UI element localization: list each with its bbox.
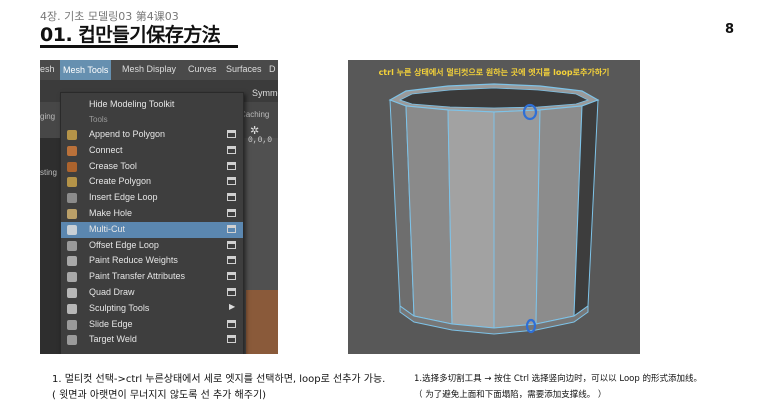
menu-item-label: Append to Polygon [89,129,166,139]
menu-item-connect[interactable]: Connect [61,143,243,159]
menu-item-hide-modeling-toolkit[interactable]: Hide Modeling Toolkit [61,97,243,113]
append-polygon-icon [67,130,77,140]
menubar-item-mesh-display[interactable]: Mesh Display [122,64,176,74]
maya-menubar: esh Mesh Tools Mesh Display Curves Surfa… [40,60,278,80]
menu-item-label: Slide Edge [89,318,133,329]
cylinder-viewport-screenshot: ctrl 누른 상태에서 멀티컷으로 원하는 곳에 엣지를 loop로추가하기 [348,60,640,354]
caching-label: Caching [240,110,270,119]
menu-item-make-hole[interactable]: Make Hole [61,206,243,222]
page-title: 01. 컵만들기保存方法 [40,24,221,46]
option-box-icon[interactable] [227,177,236,186]
menu-item-label: Create Polygon [89,176,152,187]
menu-item-label: Insert Edge Loop [89,192,158,203]
viewport-object [246,290,278,354]
menu-item-label: Multi-Cut [89,223,126,234]
menu-item-offset-edge-loop[interactable]: Offset Edge Loop [61,238,243,254]
menu-section-tools: Tools [89,115,108,124]
quad-draw-icon [67,288,77,298]
menubar-item-mesh[interactable]: esh [40,64,55,74]
maya-menu-screenshot: esh Mesh Tools Mesh Display Curves Surfa… [40,60,278,354]
option-box-icon[interactable] [227,335,236,344]
menu-item-label: Offset Edge Loop [89,239,159,250]
slide-edge-icon [67,319,77,330]
menu-item-target-weld[interactable]: Target Weld [61,332,243,348]
option-box-icon[interactable] [227,319,236,328]
menubar-item-surfaces[interactable]: Surfaces [226,64,262,74]
paint-reduce-icon [67,256,77,267]
option-box-icon[interactable] [227,161,236,170]
option-box-icon[interactable] [227,272,236,281]
menu-item-label: Crease Tool [89,160,137,171]
option-box-icon[interactable] [227,224,236,233]
note-chinese-line1: 1.选择多切割工具 → 按住 Ctrl 选择竖向边时，可以以 Loop 的形式添… [414,374,702,384]
option-box-icon[interactable] [227,193,236,202]
menu-item-create-polygon[interactable]: Create Polygon [61,174,243,190]
menu-item-label: Quad Draw [89,287,135,297]
page-number: 8 [725,22,735,37]
menu-item-label: Hide Modeling Toolkit [89,99,175,109]
menu-item-label: Sculpting Tools [89,302,150,313]
menubar-item-curves[interactable]: Curves [188,64,217,74]
note-korean-line2: ( 윗면과 아랫면이 무너지지 않도록 선 추가 해주기) [52,390,267,401]
paint-transfer-icon [67,272,77,283]
option-box-icon[interactable] [227,240,236,249]
option-box-icon[interactable] [227,256,236,265]
menubar-item-d[interactable]: D [269,64,276,74]
cylinder-face [405,105,453,325]
multi-cut-icon [67,224,77,235]
cylinder-model [388,83,600,335]
menu-item-label: Connect [89,144,123,155]
menu-item-insert-edge-loop[interactable]: Insert Edge Loop [61,190,243,206]
note-chinese-line2: （ 为了避免上面和下面塌陷，需要添加支撑线。 ） [414,390,607,400]
menu-item-sculpting-tools[interactable]: Sculpting Tools ▶ [61,301,243,317]
note-korean-line1: 1. 멀티컷 선택->ctrl 누른상태에서 세로 엣지를 선택하면, loop… [52,374,386,385]
title-underline [40,45,238,48]
option-box-icon[interactable] [227,288,236,296]
menu-item-slide-edge[interactable]: Slide Edge [61,317,243,333]
side-label-ging: ging [40,112,56,121]
menu-item-paint-reduce-weights[interactable]: Paint Reduce Weights [61,253,243,269]
edge-loop-icon [67,193,77,204]
make-hole-icon [67,209,77,219]
offset-edge-icon [67,240,77,251]
crease-icon [67,161,77,172]
coord-readout: 0,0,0 [248,136,273,145]
cylinder-face [447,109,495,329]
menu-item-label: Paint Transfer Attributes [89,271,186,282]
menu-item-append-to-polygon[interactable]: Append to Polygon [61,127,243,143]
option-box-icon[interactable] [227,145,236,154]
menu-item-label: Paint Reduce Weights [89,255,178,266]
create-polygon-icon [67,177,77,188]
cylinder-face [493,109,541,329]
menu-item-quad-draw[interactable]: Quad Draw [61,285,243,301]
option-box-icon[interactable] [227,209,236,217]
menu-item-paint-transfer-attributes[interactable]: Paint Transfer Attributes [61,269,243,285]
menu-item-label: Target Weld [89,334,137,345]
sculpting-tools-icon [67,303,77,314]
submenu-arrow-icon: ▶ [229,301,236,311]
mesh-tools-menu: Hide Modeling Toolkit Tools Append to Po… [60,92,244,354]
menu-item-multi-cut[interactable]: Multi-Cut [61,221,243,238]
option-box-icon[interactable] [227,130,236,138]
menu-item-crease-tool[interactable]: Crease Tool [61,159,243,175]
symmetry-label[interactable]: Symme [252,88,278,98]
side-label-sting: sting [40,168,57,177]
target-weld-icon [67,335,77,346]
connect-icon [67,145,77,156]
menu-item-label: Make Hole [89,208,133,218]
menubar-item-mesh-tools[interactable]: Mesh Tools [60,60,112,80]
